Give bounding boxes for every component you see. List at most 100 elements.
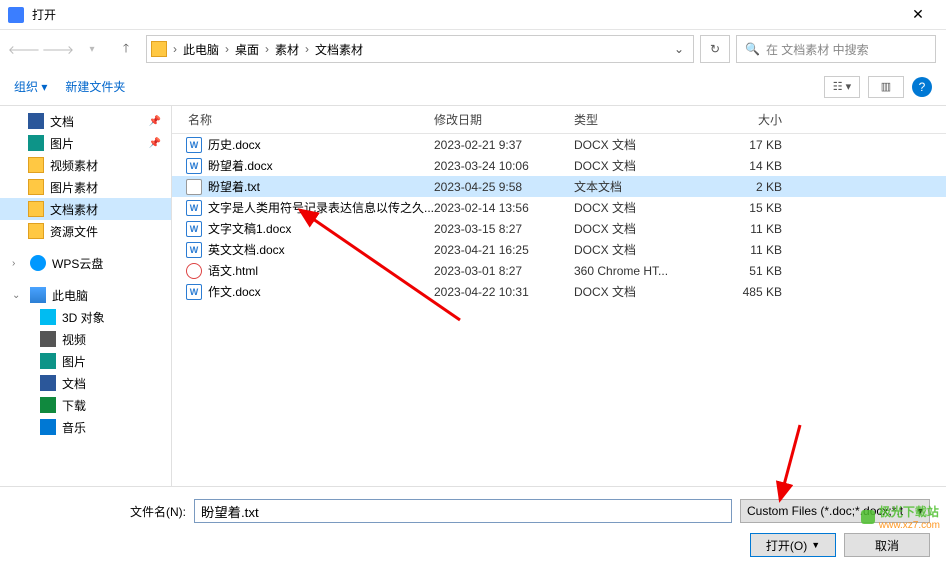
- breadcrumb-item[interactable]: 素材: [275, 41, 299, 58]
- sidebar-item[interactable]: 视频: [0, 328, 171, 350]
- refresh-button[interactable]: ↻: [700, 35, 730, 63]
- pin-icon: 📌: [149, 138, 161, 149]
- watermark-icon: [861, 510, 875, 524]
- column-name[interactable]: 名称: [172, 111, 434, 128]
- cancel-button[interactable]: 取消: [844, 533, 930, 557]
- file-type: DOCX 文档: [574, 220, 710, 237]
- help-button[interactable]: ?: [912, 77, 932, 97]
- column-type[interactable]: 类型: [574, 111, 710, 128]
- chevron-right-icon: ›: [12, 258, 24, 269]
- chevron-right-icon: ›: [265, 42, 269, 56]
- file-date: 2023-02-14 13:56: [434, 201, 574, 215]
- sidebar-item[interactable]: 3D 对象: [0, 306, 171, 328]
- folder-icon: [28, 157, 44, 173]
- file-date: 2023-03-24 10:06: [434, 159, 574, 173]
- file-name: 历史.docx: [208, 136, 434, 153]
- file-row[interactable]: W文字是人类用符号记录表达信息以传之久...2023-02-14 13:56DO…: [172, 197, 946, 218]
- file-row[interactable]: W文字文稿1.docx2023-03-15 8:27DOCX 文档11 KB: [172, 218, 946, 239]
- address-dropdown[interactable]: ⌄: [669, 42, 689, 56]
- folder-icon: [28, 201, 44, 217]
- sidebar-item[interactable]: 资源文件: [0, 220, 171, 242]
- file-row[interactable]: W盼望着.docx2023-03-24 10:06DOCX 文档14 KB: [172, 155, 946, 176]
- file-row[interactable]: W作文.docx2023-04-22 10:31DOCX 文档485 KB: [172, 281, 946, 302]
- organize-menu[interactable]: 组织 ▾: [14, 78, 47, 95]
- recent-dropdown[interactable]: ▾: [78, 35, 106, 63]
- file-date: 2023-02-21 9:37: [434, 138, 574, 152]
- breadcrumb-item[interactable]: 文档素材: [315, 41, 363, 58]
- sidebar-item[interactable]: 图片 📌: [0, 132, 171, 154]
- watermark: 极光下载站 www.xz7.com: [861, 503, 940, 531]
- file-date: 2023-03-01 8:27: [434, 264, 574, 278]
- breadcrumb-item[interactable]: 桌面: [235, 41, 259, 58]
- sidebar-item[interactable]: 下载: [0, 394, 171, 416]
- file-row[interactable]: W英文文档.docx2023-04-21 16:25DOCX 文档11 KB: [172, 239, 946, 260]
- file-icon: W: [186, 137, 202, 153]
- chevron-right-icon: ›: [173, 42, 177, 56]
- chevron-right-icon: ›: [305, 42, 309, 56]
- sidebar-item[interactable]: 音乐: [0, 416, 171, 438]
- file-date: 2023-03-15 8:27: [434, 222, 574, 236]
- chevron-down-icon: ⌄: [12, 290, 24, 301]
- file-size: 11 KB: [710, 243, 800, 257]
- file-icon: W: [186, 221, 202, 237]
- file-date: 2023-04-22 10:31: [434, 285, 574, 299]
- preview-pane-button[interactable]: ▥: [868, 76, 904, 98]
- file-type: 文本文档: [574, 178, 710, 195]
- sidebar-item[interactable]: 图片素材: [0, 176, 171, 198]
- folder-icon: [40, 309, 56, 325]
- column-size[interactable]: 大小: [710, 111, 800, 128]
- sidebar-thispc[interactable]: ⌄此电脑: [0, 284, 171, 306]
- sidebar-item-label: 文档素材: [50, 201, 98, 218]
- file-row[interactable]: W 历史.docx2023-02-21 9:37DOCX 文档17 KB: [172, 134, 946, 155]
- sidebar-item-label: 文档: [50, 113, 74, 130]
- file-size: 2 KB: [710, 180, 800, 194]
- file-icon: W: [186, 284, 202, 300]
- sidebar-item[interactable]: 图片: [0, 350, 171, 372]
- file-type: DOCX 文档: [574, 283, 710, 300]
- file-name: 文字是人类用符号记录表达信息以传之久...: [208, 199, 434, 216]
- file-size: 11 KB: [710, 222, 800, 236]
- folder-icon: [40, 331, 56, 347]
- forward-button[interactable]: 🡒: [44, 35, 72, 63]
- new-folder-button[interactable]: 新建文件夹: [65, 78, 125, 95]
- open-button[interactable]: 打开(O)▼: [750, 533, 836, 557]
- sidebar-item[interactable]: 文档素材: [0, 198, 171, 220]
- sidebar-item[interactable]: 文档📌: [0, 110, 171, 132]
- wps-icon: [30, 255, 46, 271]
- sidebar-item[interactable]: 视频素材: [0, 154, 171, 176]
- file-icon: [186, 179, 202, 195]
- address-bar[interactable]: › 此电脑 › 桌面 › 素材 › 文档素材 ⌄: [146, 35, 694, 63]
- up-button[interactable]: 🡑: [112, 35, 140, 63]
- column-date[interactable]: 修改日期: [434, 111, 574, 128]
- file-type: DOCX 文档: [574, 241, 710, 258]
- file-size: 51 KB: [710, 264, 800, 278]
- breadcrumb-item[interactable]: 此电脑: [183, 41, 219, 58]
- file-size: 15 KB: [710, 201, 800, 215]
- search-input[interactable]: 🔍 在 文档素材 中搜索: [736, 35, 936, 63]
- file-name: 英文文档.docx: [208, 241, 434, 258]
- filename-input[interactable]: [194, 499, 732, 523]
- back-button[interactable]: 🡐: [10, 35, 38, 63]
- folder-icon: [28, 223, 44, 239]
- sidebar-item[interactable]: 文档: [0, 372, 171, 394]
- file-icon: W: [186, 242, 202, 258]
- sidebar-item-label: 图片: [50, 135, 74, 152]
- sidebar-wps[interactable]: ›WPS云盘: [0, 252, 171, 274]
- file-icon: [186, 263, 202, 279]
- file-icon: W: [186, 158, 202, 174]
- file-row[interactable]: 语文.html2023-03-01 8:27360 Chrome HT...51…: [172, 260, 946, 281]
- close-button[interactable]: ✕: [898, 1, 938, 29]
- folder-icon: [40, 353, 56, 369]
- folder-icon: [40, 419, 56, 435]
- file-name: 语文.html: [208, 262, 434, 279]
- file-size: 17 KB: [710, 138, 800, 152]
- sidebar-item-label: 视频素材: [50, 157, 98, 174]
- file-type: DOCX 文档: [574, 136, 710, 153]
- file-name: 盼望着.docx: [208, 157, 434, 174]
- file-date: 2023-04-25 9:58: [434, 180, 574, 194]
- folder-icon: [151, 41, 167, 57]
- view-mode-button[interactable]: ☷ ▾: [824, 76, 860, 98]
- pc-icon: [30, 287, 46, 303]
- file-row[interactable]: 盼望着.txt2023-04-25 9:58文本文档2 KB: [172, 176, 946, 197]
- search-placeholder: 在 文档素材 中搜索: [766, 41, 869, 58]
